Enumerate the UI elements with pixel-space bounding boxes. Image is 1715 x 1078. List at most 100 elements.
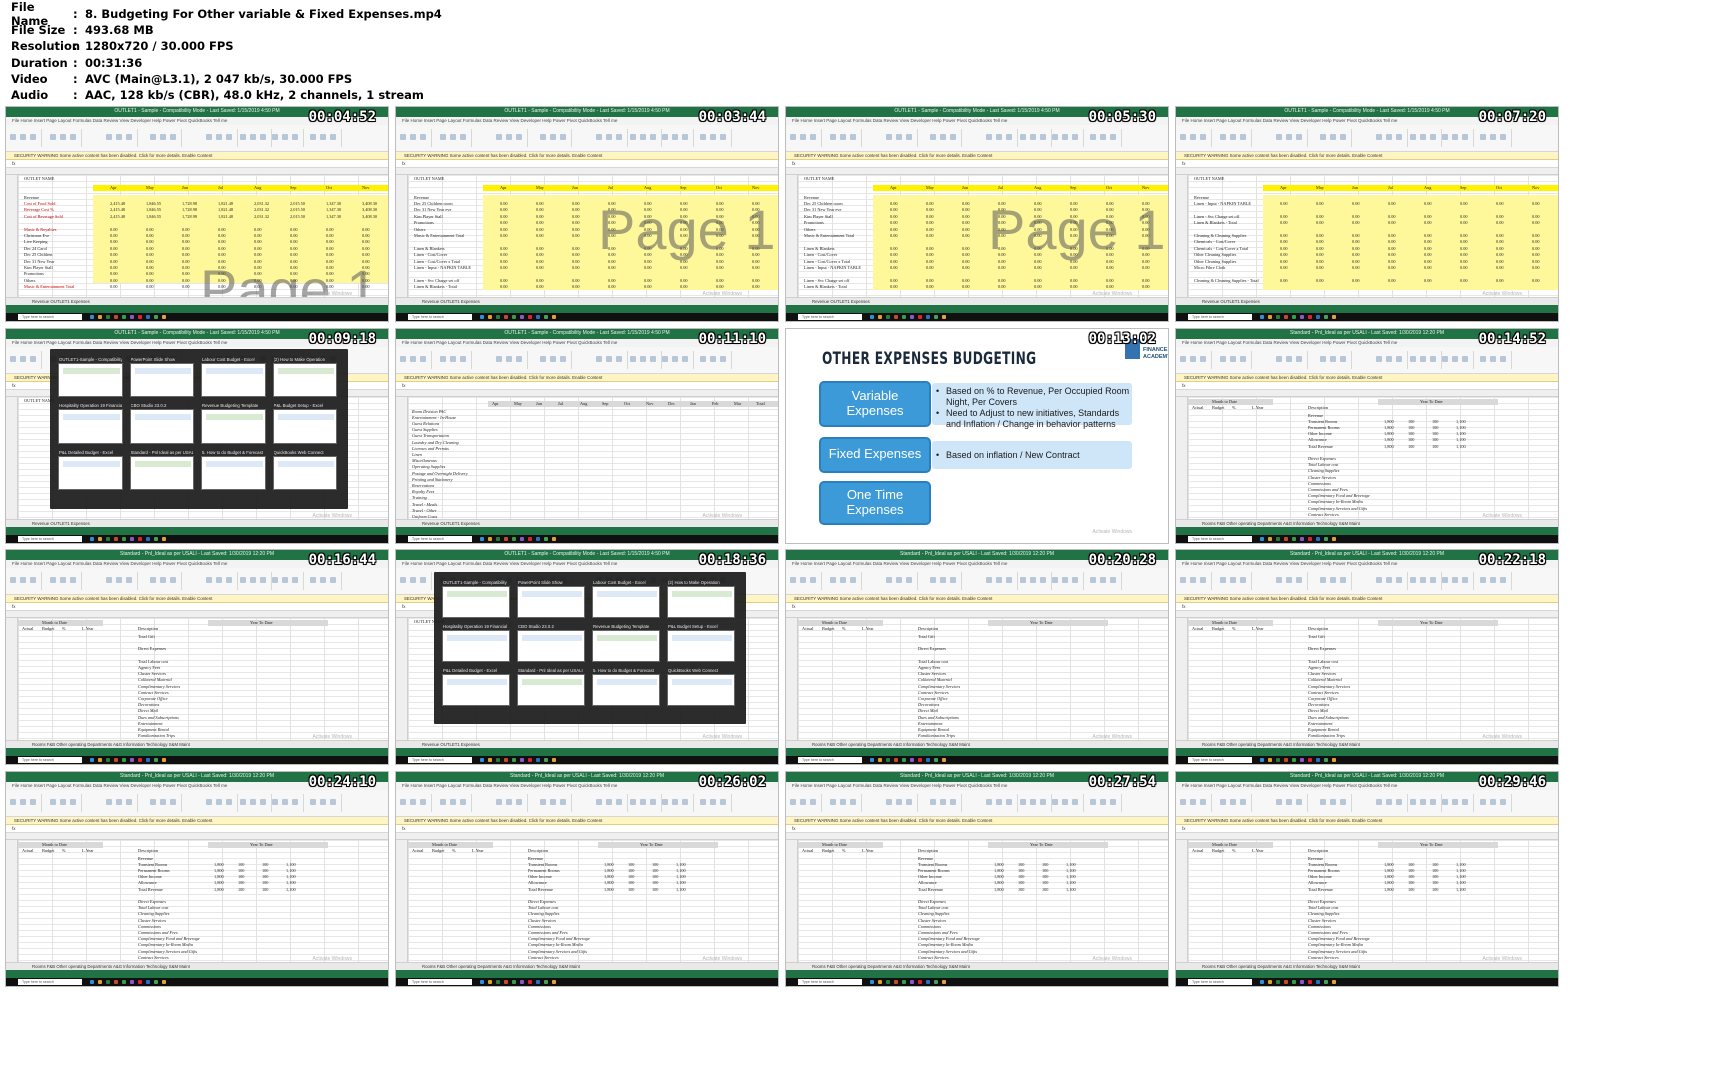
taskbar-app-icon[interactable]: [1308, 758, 1312, 762]
taskbar-app-icon[interactable]: [138, 315, 142, 319]
switcher-window[interactable]: P&L Detailed Budget - Excel: [58, 450, 123, 491]
ribbon-button-icon[interactable]: [10, 134, 16, 140]
formula-bar[interactable]: fx: [1176, 381, 1558, 390]
ribbon-button-icon[interactable]: [506, 798, 512, 805]
ribbon-button-icon[interactable]: [30, 134, 36, 140]
taskbar-app-icon[interactable]: [154, 315, 158, 319]
taskbar-app-icon[interactable]: [488, 758, 492, 762]
taskbar-app-icon[interactable]: [1292, 315, 1296, 319]
ribbon-button-icon[interactable]: [250, 577, 256, 583]
ribbon-button-icon[interactable]: [1330, 134, 1336, 140]
ribbon-button-icon[interactable]: [606, 134, 612, 140]
taskbar-app-icon[interactable]: [902, 758, 906, 762]
taskbar-app-icon[interactable]: [90, 315, 94, 319]
ribbon-button-icon[interactable]: [790, 577, 796, 583]
ribbon-button-icon[interactable]: [496, 355, 502, 362]
ribbon-button-icon[interactable]: [440, 798, 446, 805]
ribbon-button-icon[interactable]: [540, 355, 546, 362]
taskbar-app-icon[interactable]: [536, 315, 540, 319]
ribbon-button-icon[interactable]: [850, 134, 856, 140]
switcher-window[interactable]: Labour Cost Budget - Excel: [592, 580, 660, 618]
ribbon-button-icon[interactable]: [1296, 355, 1302, 362]
ribbon-button-icon[interactable]: [986, 577, 992, 583]
security-warning-bar[interactable]: SECURITY WARNING Some active content has…: [1176, 373, 1558, 382]
ribbon-button-icon[interactable]: [596, 798, 602, 805]
taskbar-app-icon[interactable]: [552, 758, 556, 762]
ribbon-button-icon[interactable]: [1410, 577, 1416, 583]
taskbar-app-icon[interactable]: [894, 315, 898, 319]
ribbon-button-icon[interactable]: [1340, 798, 1346, 805]
taskbar-app-icon[interactable]: [162, 758, 166, 762]
ribbon-button-icon[interactable]: [1286, 798, 1292, 805]
ribbon-button-icon[interactable]: [30, 798, 36, 805]
ribbon-button-icon[interactable]: [986, 798, 992, 805]
ribbon-button-icon[interactable]: [710, 355, 716, 362]
ribbon-button-icon[interactable]: [1090, 577, 1096, 583]
taskbar-app-icon[interactable]: [1284, 979, 1288, 984]
taskbar-app-icon[interactable]: [1324, 758, 1328, 762]
ribbon-button-icon[interactable]: [1452, 577, 1458, 583]
ribbon-button-icon[interactable]: [170, 134, 176, 140]
ribbon-button-icon[interactable]: [506, 134, 512, 140]
ribbon-button-icon[interactable]: [1200, 355, 1206, 362]
taskbar-app-icon[interactable]: [1332, 315, 1336, 319]
taskbar-app-icon[interactable]: [918, 315, 922, 319]
taskbar-app-icon[interactable]: [902, 315, 906, 319]
ribbon-button-icon[interactable]: [1396, 134, 1402, 140]
taskbar-app-icon[interactable]: [122, 979, 126, 984]
taskbar-app-icon[interactable]: [512, 536, 516, 541]
ribbon-button-icon[interactable]: [206, 577, 212, 583]
taskbar-app-icon[interactable]: [130, 315, 134, 319]
ribbon-button-icon[interactable]: [930, 798, 936, 805]
taskbar-app-icon[interactable]: [878, 758, 882, 762]
ribbon-button-icon[interactable]: [1062, 134, 1068, 140]
video-thumbnail[interactable]: Standard - Pnl_Ideal as per USALI - Last…: [1175, 549, 1559, 765]
taskbar-app-icon[interactable]: [1300, 315, 1304, 319]
ribbon-button-icon[interactable]: [650, 355, 656, 362]
ribbon-button-icon[interactable]: [1030, 134, 1036, 140]
taskbar-app-icon[interactable]: [114, 315, 118, 319]
ribbon-button-icon[interactable]: [672, 134, 678, 140]
ribbon-button-icon[interactable]: [1220, 355, 1226, 362]
ribbon-button-icon[interactable]: [1030, 577, 1036, 583]
ribbon-button-icon[interactable]: [1040, 798, 1046, 805]
ribbon-button-icon[interactable]: [150, 134, 156, 140]
taskbar-app-icon[interactable]: [504, 979, 508, 984]
ribbon-button-icon[interactable]: [1420, 798, 1426, 805]
sheet-tabs[interactable]: Revenue OUTLET1 Expenses: [396, 740, 778, 748]
spreadsheet-grid[interactable]: OUTLET NAME Apr May Jun Jul Aug Sep Oct Nov Reven…: [18, 175, 388, 321]
ribbon-button-icon[interactable]: [1430, 798, 1436, 805]
ribbon-button-icon[interactable]: [700, 355, 706, 362]
ribbon-button-icon[interactable]: [1090, 134, 1096, 140]
ribbon-button-icon[interactable]: [496, 798, 502, 805]
ribbon-button-icon[interactable]: [790, 798, 796, 805]
ribbon-button-icon[interactable]: [886, 577, 892, 583]
taskbar-app-icon[interactable]: [114, 758, 118, 762]
taskbar-app-icon[interactable]: [926, 979, 930, 984]
ribbon-button-icon[interactable]: [1240, 798, 1246, 805]
security-warning-bar[interactable]: SECURITY WARNING Some active content has…: [396, 373, 778, 382]
ribbon-button-icon[interactable]: [1462, 577, 1468, 583]
taskbar-app-icon[interactable]: [902, 979, 906, 984]
ribbon-button-icon[interactable]: [560, 134, 566, 140]
taskbar-app-icon[interactable]: [544, 979, 548, 984]
taskbar-app-icon[interactable]: [886, 315, 890, 319]
taskbar-app-icon[interactable]: [1276, 758, 1280, 762]
ribbon-button-icon[interactable]: [886, 798, 892, 805]
taskbar-app-icon[interactable]: [926, 758, 930, 762]
switcher-window[interactable]: Labour Cost Budget - Excel: [201, 357, 266, 398]
ribbon-button-icon[interactable]: [930, 134, 936, 140]
video-thumbnail[interactable]: OUTLET1 - Sample - Compatibility Mode - …: [5, 327, 389, 544]
ribbon-button-icon[interactable]: [1500, 798, 1506, 805]
ribbon-button-icon[interactable]: [250, 134, 256, 140]
ribbon-button-icon[interactable]: [1062, 577, 1068, 583]
spreadsheet-grid[interactable]: Month to Date Year To Date Description Actu…: [408, 839, 778, 985]
taskbar-app-icon[interactable]: [1316, 979, 1320, 984]
ribbon-button-icon[interactable]: [1006, 134, 1012, 140]
taskbar-app-icon[interactable]: [496, 758, 500, 762]
sheet-tabs[interactable]: Rooms F&B Other operating Departments A&…: [786, 740, 1168, 748]
ribbon-button-icon[interactable]: [720, 134, 726, 140]
formula-bar[interactable]: fx: [1176, 160, 1558, 168]
ribbon-button-icon[interactable]: [906, 577, 912, 583]
taskbar-app-icon[interactable]: [98, 315, 102, 319]
